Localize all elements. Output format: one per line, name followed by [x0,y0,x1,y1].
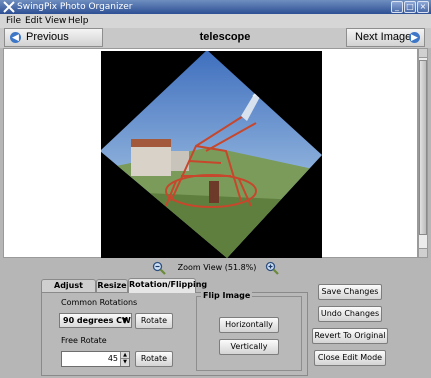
common-rotations-label: Common Rotations [61,298,138,307]
close-window-button[interactable]: × [417,1,429,13]
window-titlebar: SwingPix Photo Organizer _ □ × [0,0,431,14]
tab-rotation-flipping[interactable]: Rotation/Flipping [128,278,207,293]
zoom-level-label: Zoom View (51.8%) [177,263,257,272]
free-rotate-label: Free Rotate [61,336,107,345]
revert-to-original-button[interactable]: Revert To Original [312,328,388,344]
flip-vertical-button[interactable]: Vertically [219,339,279,355]
tab-resize[interactable]: Resize [96,279,128,292]
close-edit-mode-button[interactable]: Close Edit Mode [314,350,386,366]
scroll-thumb[interactable] [419,60,427,235]
free-rotate-spinner[interactable]: 45 ▲ ▼ [61,351,130,367]
menu-help[interactable]: Help [68,15,89,27]
maximize-button[interactable]: □ [404,1,416,13]
scroll-up-button[interactable] [419,49,427,58]
tab-adjust-color[interactable]: Adjust Color [41,279,96,301]
save-changes-button[interactable]: Save Changes [318,284,382,300]
menu-file[interactable]: File [6,15,21,27]
zoom-out-icon[interactable] [152,261,166,275]
menu-view[interactable]: View [45,15,66,27]
image-view[interactable] [3,48,418,258]
zoom-controls: Zoom View (51.8%) [0,260,431,276]
rotation-select[interactable]: 90 degrees CW ▼ [59,313,132,328]
rotation-select-value: 90 degrees CW [63,316,131,325]
image-title: telescope [199,31,251,43]
flip-horizontal-button[interactable]: Horizontally [219,317,279,333]
menu-bar: File Edit View Help [0,14,431,28]
free-rotate-value: 45 [107,354,118,363]
previous-image-button[interactable]: ◀ Previous Image [4,28,103,60]
zoom-in-icon[interactable] [265,261,279,275]
spinner-down-icon[interactable]: ▼ [120,359,129,366]
rotate-free-button[interactable]: Rotate [135,351,173,367]
chevron-down-icon: ▼ [121,316,128,325]
app-logo-icon [3,1,15,13]
image-navigation-bar: ◀ Previous Image telescope Next Image ▶ [0,28,431,60]
next-image-button[interactable]: Next Image ▶ [346,28,425,47]
minimize-button[interactable]: _ [391,1,403,13]
flip-image-group [196,296,302,371]
menu-edit[interactable]: Edit [25,15,42,27]
next-image-label: Next Image [355,31,412,43]
arrow-left-icon: ◀ [10,32,21,43]
flip-image-label: Flip Image [201,291,253,301]
image-scrollbar[interactable] [418,48,428,258]
undo-changes-button[interactable]: Undo Changes [318,306,382,322]
window-title: SwingPix Photo Organizer [17,2,133,12]
arrow-right-icon: ▶ [409,32,420,43]
telescope-photo [101,51,322,258]
spinner-up-icon[interactable]: ▲ [120,352,129,359]
rotate-common-button[interactable]: Rotate [135,313,173,329]
rotated-photo [101,51,322,258]
scroll-down-button[interactable] [419,248,427,257]
